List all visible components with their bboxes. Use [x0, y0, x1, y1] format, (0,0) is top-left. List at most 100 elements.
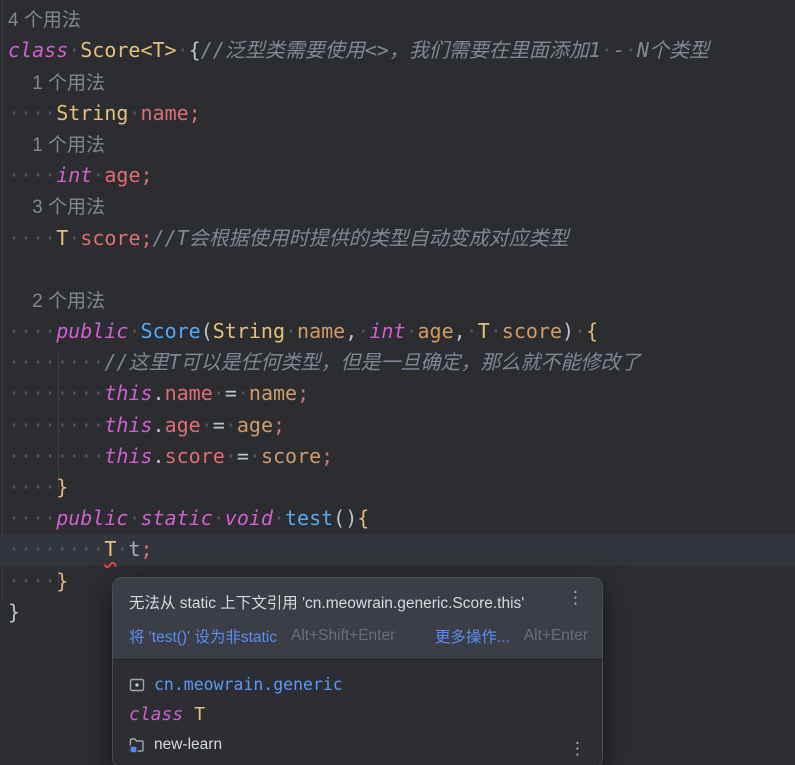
code-token-plain: ····	[8, 226, 56, 250]
code-token-type: String	[56, 101, 128, 125]
code-token-field: age	[104, 163, 140, 187]
code-token-param: age	[417, 319, 453, 343]
error-message: 无法从 static 上下文引用 'cn.meowrain.generic.Sc…	[129, 589, 563, 613]
code-token-plain: ········	[8, 413, 104, 437]
code-token-param: score	[502, 319, 562, 343]
code-token-kw: void	[225, 506, 273, 530]
quickfix-link[interactable]: 将 'test()' 设为非static	[129, 625, 277, 647]
code-token-plain: ········	[8, 350, 104, 374]
code-token-semi: ;	[273, 413, 285, 437]
package-row[interactable]: cn.meowrain.generic	[129, 670, 588, 699]
code-token-type: Score<T>	[80, 38, 176, 62]
code-token-plain: ····	[8, 319, 56, 343]
code-line: ········this.age·=·age;	[0, 410, 795, 441]
code-token-plain: }	[8, 600, 20, 624]
kebab-menu-icon-bottom[interactable]: ⋮	[565, 740, 590, 757]
code-token-semi: ;	[189, 101, 201, 125]
code-token-braceY: {	[357, 506, 369, 530]
code-line: ········this.score·=·score;	[0, 441, 795, 472]
code-token-hint: 2 个用法	[32, 291, 105, 312]
code-token-fn: test	[285, 506, 333, 530]
code-token-plain: ·	[92, 163, 104, 187]
code-line: ········//这里T可以是任何类型，但是一旦确定，那么就不能修改了	[0, 347, 795, 378]
code-token-kw: public	[56, 506, 128, 530]
code-token-type: T	[478, 319, 490, 343]
code-token-plain: ·	[116, 537, 128, 561]
code-line: 3 个用法	[0, 191, 795, 222]
code-token-plain	[8, 194, 32, 218]
code-token-plain	[8, 70, 32, 94]
code-token-plain: .	[153, 413, 165, 437]
code-token-kw: int	[369, 319, 405, 343]
code-line	[0, 254, 795, 285]
code-line: ····public·Score(String·name,·int·age,·T…	[0, 316, 795, 347]
code-token-plain: ·	[128, 506, 140, 530]
quick-doc-section: cn.meowrain.generic class T new-learn ⋮	[113, 659, 602, 765]
code-editor[interactable]: }4 个用法class·Score<T>·{//泛型类需要使用<>，我们需要在里…	[0, 0, 795, 765]
kebab-menu-icon[interactable]: ⋮	[563, 589, 588, 606]
package-name[interactable]: cn.meowrain.generic	[154, 675, 343, 694]
code-line: 2 个用法	[0, 285, 795, 316]
code-token-plain: ·	[128, 319, 140, 343]
code-token-errT: T	[104, 537, 116, 561]
code-token-plain: ·=·	[201, 413, 237, 437]
more-actions-shortcut: Alt+Enter	[524, 627, 588, 645]
code-token-braceY: }	[56, 475, 68, 499]
code-token-type: String	[213, 319, 285, 343]
code-line-current: ········T·t;	[0, 534, 795, 565]
code-token-kw: static	[140, 506, 212, 530]
code-token-kw: this	[104, 381, 152, 405]
code-token-plain: ········	[8, 444, 104, 468]
class-declaration-row: class T	[129, 699, 588, 730]
code-token-plain: ········	[8, 381, 104, 405]
code-line: 4 个用法	[0, 4, 795, 35]
code-token-plain: ·	[128, 101, 140, 125]
package-icon	[129, 677, 145, 693]
code-token-plain: ·=·	[225, 444, 261, 468]
code-token-plain: ·	[285, 319, 297, 343]
code-token-kw: class·	[8, 38, 80, 62]
code-token-plain: ····	[8, 101, 56, 125]
code-line: ····int·age;	[0, 160, 795, 191]
code-token-cmt: //这里T可以是任何类型，但是一旦确定，那么就不能修改了	[104, 350, 640, 374]
code-token-semi: ;	[321, 444, 333, 468]
code-token-hint: 3 个用法	[32, 197, 105, 218]
code-token-plain	[8, 132, 32, 156]
quickfix-shortcut: Alt+Shift+Enter	[291, 627, 395, 645]
code-token-cmt: //泛型类需要使用<>，我们需要在里面添加1·-·N个类型	[201, 38, 709, 62]
code-token-plain: ····	[8, 569, 56, 593]
more-actions-link[interactable]: 更多操作...	[435, 625, 510, 647]
code-token-plain: ,·	[345, 319, 369, 343]
error-tooltip-section: 无法从 static 上下文引用 'cn.meowrain.generic.Sc…	[113, 578, 602, 659]
code-token-hint: 1 个用法	[32, 135, 105, 156]
module-name: new-learn	[154, 736, 222, 754]
code-line: ····public·static·void·test(){	[0, 503, 795, 534]
code-line: ····T·score;//T会根据使用时提供的类型自动变成对应类型	[0, 223, 795, 254]
code-token-plain: ·	[68, 226, 80, 250]
code-token-type: T	[56, 226, 68, 250]
error-tooltip-popup: 无法从 static 上下文引用 'cn.meowrain.generic.Sc…	[112, 577, 603, 765]
code-token-plain: ····	[8, 506, 56, 530]
code-token-cmt: //T会根据使用时提供的类型自动变成对应类型	[153, 226, 569, 250]
code-token-kw: int	[56, 163, 92, 187]
code-token-fn: Score	[140, 319, 200, 343]
code-token-hint: 1 个用法	[32, 73, 105, 94]
code-line: class·Score<T>·{//泛型类需要使用<>，我们需要在里面添加1·-…	[0, 35, 795, 66]
code-token-semi: ;	[297, 381, 309, 405]
code-line: 1 个用法	[0, 129, 795, 160]
code-token-semi: ;	[140, 163, 152, 187]
code-line: 1 个用法	[0, 67, 795, 98]
code-area: }4 个用法class·Score<T>·{//泛型类需要使用<>，我们需要在里…	[0, 0, 795, 628]
code-token-param: score	[261, 444, 321, 468]
code-token-plain: .	[153, 381, 165, 405]
class-keyword: class	[129, 704, 183, 725]
code-token-plain: ,·	[454, 319, 478, 343]
code-token-param: age	[237, 413, 273, 437]
code-token-plain: ·	[273, 506, 285, 530]
class-name: T	[194, 704, 205, 725]
code-token-plain: ·	[213, 506, 225, 530]
code-token-plain: ····	[8, 475, 56, 499]
code-token-semi: ;	[141, 537, 153, 561]
code-token-param: name	[249, 381, 297, 405]
code-token-plain: )·	[562, 319, 586, 343]
